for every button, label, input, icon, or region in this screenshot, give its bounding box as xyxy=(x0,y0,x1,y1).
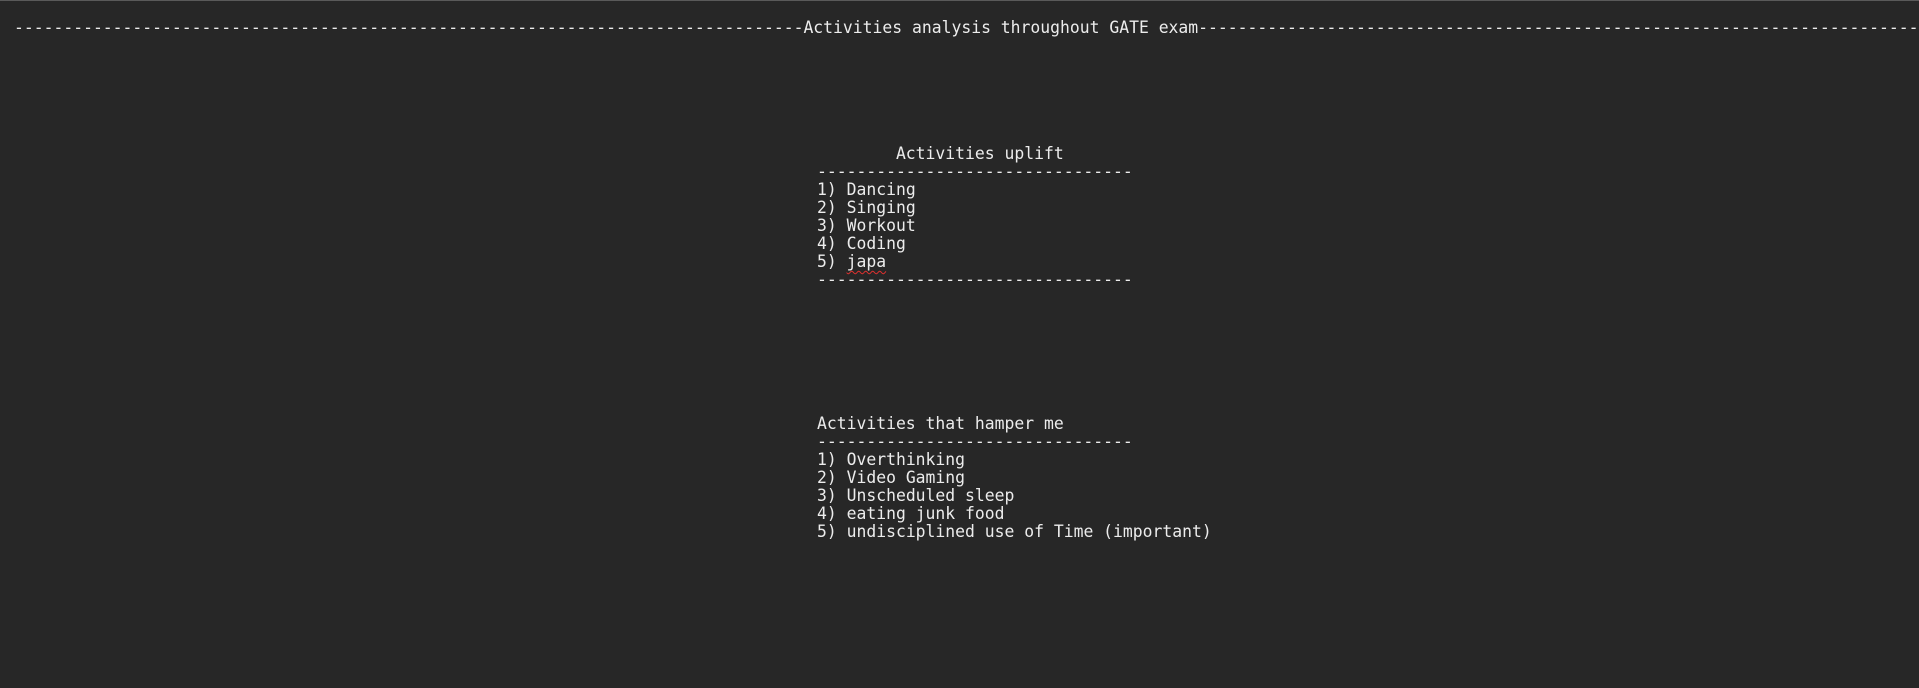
document-title-line: ----------------------------------------… xyxy=(14,18,1919,37)
uplift-rule-bottom: -------------------------------- xyxy=(817,270,1133,289)
window-top-border xyxy=(0,0,1919,1)
list-item: 5) undisciplined use of Time (important) xyxy=(817,522,1212,541)
